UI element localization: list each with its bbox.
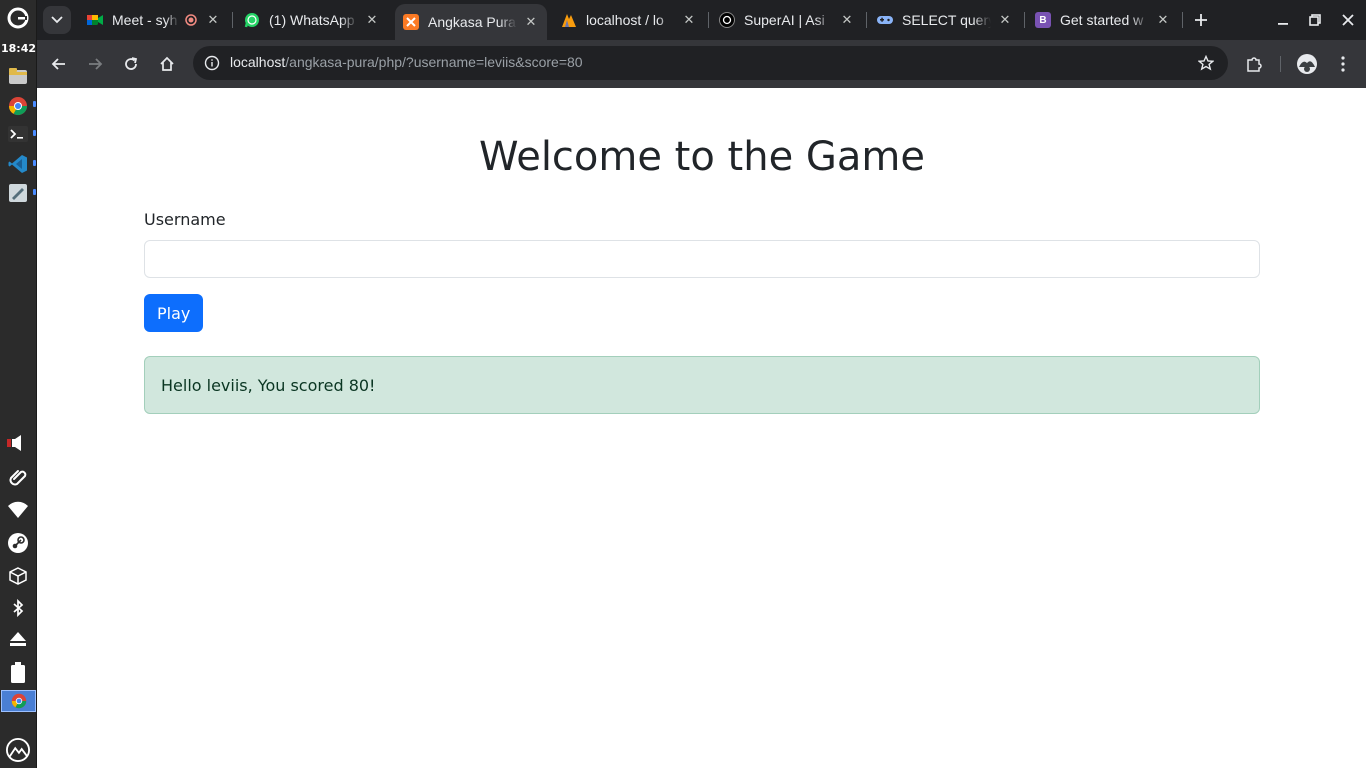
tab-separator	[232, 12, 233, 28]
steam-icon[interactable]	[6, 531, 30, 555]
superai-icon	[719, 12, 735, 28]
whatsapp-icon	[244, 12, 260, 28]
close-icon[interactable]: ✕	[523, 14, 539, 30]
tab-title: localhost / lo	[586, 12, 664, 28]
tab-separator	[1024, 12, 1025, 28]
tab-search-button[interactable]	[43, 6, 71, 34]
tab-phpmyadmin[interactable]: localhost / lo ✕	[553, 4, 705, 36]
close-icon[interactable]: ✕	[997, 12, 1013, 28]
bookmark-star-icon[interactable]	[1196, 53, 1216, 73]
back-button[interactable]	[46, 51, 72, 77]
address-bar[interactable]: localhost/angkasa-pura/php/?username=lev…	[193, 46, 1228, 80]
url-host: localhost	[230, 54, 286, 70]
site-info-icon[interactable]	[203, 54, 221, 72]
tab-title: Meet - syh	[112, 12, 178, 28]
system-dock: 18:42	[0, 0, 37, 768]
forward-button[interactable]	[82, 51, 108, 77]
chrome-active-icon[interactable]	[1, 690, 36, 712]
url-text[interactable]: localhost/angkasa-pura/php/?username=lev…	[230, 54, 583, 70]
restore-icon	[1309, 14, 1321, 26]
close-icon[interactable]: ✕	[681, 12, 697, 28]
chrome-icon[interactable]	[6, 94, 30, 118]
close-window-button[interactable]	[1336, 8, 1360, 32]
meet-icon	[87, 12, 103, 28]
gamepad-icon	[877, 12, 893, 28]
tab-separator	[866, 12, 867, 28]
menu-button[interactable]	[1330, 51, 1356, 77]
bluetooth-icon[interactable]	[6, 596, 30, 620]
username-input[interactable]	[144, 240, 1260, 278]
running-indicator	[33, 101, 36, 107]
tab-separator	[1182, 12, 1183, 28]
arrow-left-icon	[51, 58, 65, 70]
tab-select-query[interactable]: SELECT query ✕	[869, 4, 1021, 36]
close-icon[interactable]: ✕	[205, 12, 221, 28]
running-indicator	[33, 130, 36, 136]
extensions-button[interactable]	[1241, 51, 1267, 77]
wifi-icon[interactable]	[6, 498, 30, 522]
tab-title: Angkasa Pura	[428, 14, 516, 30]
page-title: Welcome to the Game	[479, 134, 925, 180]
plus-icon	[1195, 14, 1207, 26]
phpmyadmin-icon	[561, 12, 577, 28]
home-icon	[160, 56, 174, 71]
more-vert-icon	[1341, 56, 1345, 72]
tab-meet[interactable]: Meet - syh ✕	[79, 4, 229, 36]
running-indicator	[33, 160, 36, 166]
recording-icon	[183, 12, 199, 28]
browser-toolbar: localhost/angkasa-pura/php/?username=lev…	[37, 40, 1366, 88]
files-icon[interactable]	[6, 64, 30, 88]
profile-button[interactable]	[1294, 51, 1320, 77]
launcher-icon[interactable]	[6, 6, 30, 30]
tab-title: (1) WhatsApp	[269, 12, 355, 28]
puzzle-icon	[1247, 57, 1262, 72]
tab-separator	[708, 12, 709, 28]
close-icon[interactable]: ✕	[839, 12, 855, 28]
clock: 18:42	[0, 42, 36, 55]
battery-icon	[6, 661, 30, 685]
username-label: Username	[144, 210, 226, 229]
arrow-right-icon	[89, 58, 103, 70]
vscode-icon[interactable]	[6, 152, 30, 176]
minimize-icon	[1278, 23, 1288, 25]
tab-bootstrap[interactable]: B Get started w ✕	[1027, 4, 1179, 36]
play-button[interactable]: Play	[144, 294, 204, 332]
paperclip-icon[interactable]	[6, 465, 30, 489]
score-alert: Hello leviis, You scored 80!	[144, 356, 1260, 414]
close-icon	[1342, 14, 1354, 26]
text-editor-icon[interactable]	[6, 181, 30, 205]
toolbar-separator	[1280, 56, 1281, 72]
terminal-icon[interactable]	[6, 122, 30, 146]
package-icon[interactable]	[6, 564, 30, 588]
reload-icon	[125, 57, 138, 70]
home-button[interactable]	[154, 51, 180, 77]
eject-icon[interactable]	[6, 627, 30, 651]
tab-superai[interactable]: SuperAI | Asi ✕	[711, 4, 863, 36]
tab-title: Get started w	[1060, 12, 1144, 28]
url-path: /angkasa-pura/php/?username=leviis&score…	[285, 54, 583, 70]
tab-whatsapp[interactable]: (1) WhatsApp ✕	[236, 4, 388, 36]
web-page: Welcome to the Game Username Play Hello …	[37, 88, 1366, 768]
reload-button[interactable]	[118, 51, 144, 77]
volume-icon[interactable]	[6, 431, 30, 455]
chevron-down-icon	[51, 16, 63, 24]
alert-text: Hello leviis, You scored 80!	[161, 375, 376, 395]
running-indicator	[33, 189, 36, 195]
minimize-button[interactable]	[1271, 8, 1295, 32]
mountain-icon[interactable]	[6, 738, 30, 762]
bootstrap-icon: B	[1035, 12, 1051, 28]
tab-title: SuperAI | Asi	[744, 12, 825, 28]
tab-strip: Meet - syh ✕ (1) WhatsApp ✕ Angkasa Pura…	[37, 0, 1366, 40]
close-icon[interactable]: ✕	[364, 12, 380, 28]
close-icon[interactable]: ✕	[1155, 12, 1171, 28]
xampp-icon	[403, 14, 419, 30]
tab-angkasa-pura[interactable]: Angkasa Pura ✕	[395, 4, 547, 40]
restore-button[interactable]	[1303, 8, 1327, 32]
avatar	[1297, 54, 1317, 74]
new-tab-button[interactable]	[1189, 8, 1213, 32]
tab-title: SELECT query	[902, 12, 991, 28]
